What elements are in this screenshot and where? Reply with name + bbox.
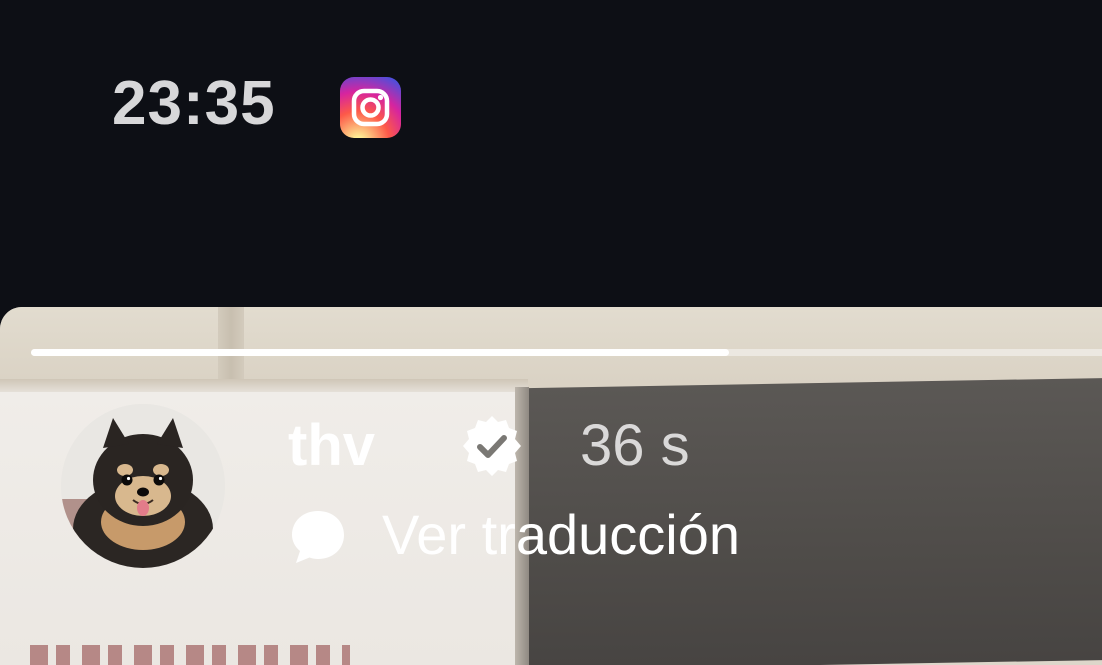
story-time-ago: 36 s [580, 413, 690, 478]
speech-bubble-icon[interactable] [288, 508, 350, 566]
see-translation-button[interactable]: Ver traducción [382, 502, 740, 567]
pomeranian-dog-avatar-icon [61, 404, 225, 568]
story-progress-bar [31, 349, 1102, 356]
story-progress-fill [31, 349, 729, 356]
status-bar: 23:35 [0, 0, 1102, 307]
verified-badge-icon [458, 412, 526, 480]
story-background-ledge [0, 379, 528, 393]
story-username[interactable]: thv [288, 412, 375, 479]
avatar[interactable] [61, 404, 225, 568]
story-background-lettering [30, 645, 350, 665]
clock-time: 23:35 [112, 69, 276, 138]
instagram-icon [340, 77, 401, 138]
story-viewer[interactable]: thv 36 s Ver traducción [0, 307, 1102, 665]
